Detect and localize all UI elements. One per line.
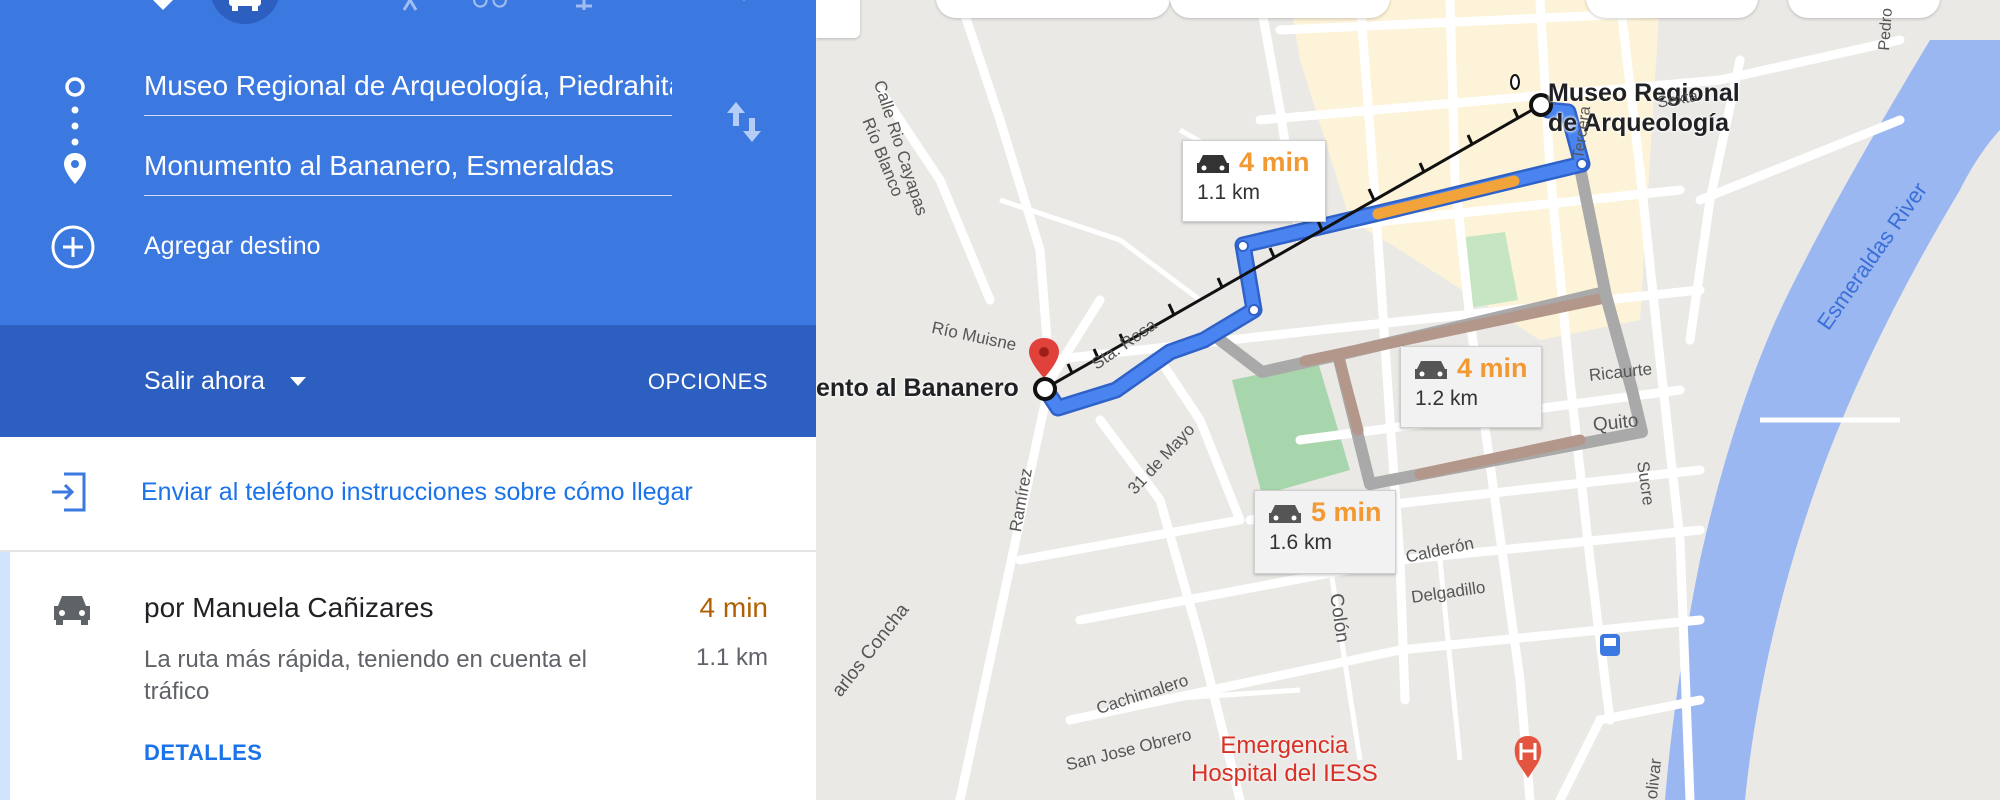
destination-map-label: ento al Bananero bbox=[816, 374, 1019, 402]
route-tip-time: 4 min bbox=[1457, 353, 1528, 383]
divider bbox=[0, 550, 816, 552]
origin-label-line1: Museo Regional bbox=[1548, 79, 1740, 107]
add-destination-label[interactable]: Agregar destino bbox=[144, 232, 321, 261]
route-tip-distance: 1.1 km bbox=[1197, 181, 1261, 204]
street-label: Pedro bbox=[1876, 7, 1896, 52]
map-chip[interactable] bbox=[936, 0, 1170, 18]
hospital-label-line2: Hospital del IESS bbox=[1191, 760, 1378, 787]
car-icon bbox=[229, 0, 261, 11]
map-chip[interactable] bbox=[816, 0, 860, 38]
destination-pin-icon bbox=[64, 153, 86, 184]
hospital-label-line1: Emergencia bbox=[1220, 732, 1349, 759]
send-to-phone-icon[interactable] bbox=[50, 470, 90, 514]
selected-route-indicator bbox=[0, 552, 10, 800]
directions-header: Museo Regional de Arqueología, Piedrahit… bbox=[0, 0, 816, 325]
route-dots-icon bbox=[71, 106, 79, 146]
transit-mode-icon[interactable] bbox=[312, 0, 348, 16]
menu-icon[interactable] bbox=[52, 0, 88, 16]
travel-modes bbox=[0, 0, 816, 24]
route-tip-primary[interactable]: 4 min 1.1 km bbox=[1182, 140, 1326, 222]
car-icon bbox=[1269, 505, 1301, 523]
send-to-phone-link[interactable]: Enviar al teléfono instrucciones sobre c… bbox=[141, 478, 693, 507]
route-tip-distance: 1.2 km bbox=[1415, 387, 1479, 410]
details-button[interactable]: DETALLES bbox=[144, 740, 262, 766]
route-tip-alt-2[interactable]: 5 min 1.6 km bbox=[1254, 490, 1396, 574]
best-mode-icon[interactable] bbox=[145, 0, 181, 16]
street-label: olivar bbox=[1642, 757, 1666, 800]
car-icon bbox=[1415, 361, 1447, 379]
map-canvas[interactable]: Museo Regional de Arqueología ento al Ba… bbox=[816, 0, 2000, 800]
route-time: 4 min bbox=[699, 592, 768, 623]
close-icon[interactable] bbox=[726, 0, 762, 16]
route-tip-time: 4 min bbox=[1239, 147, 1310, 177]
depart-time-select[interactable]: Salir ahora bbox=[144, 367, 265, 396]
depart-bar: Salir ahora OPCIONES bbox=[0, 325, 816, 437]
walking-mode-icon[interactable] bbox=[392, 0, 428, 16]
route-tip-time: 5 min bbox=[1311, 497, 1382, 527]
flight-mode-icon[interactable] bbox=[566, 0, 602, 16]
route-tip-alt-1[interactable]: 4 min 1.2 km bbox=[1400, 346, 1542, 428]
swap-icon[interactable] bbox=[724, 100, 764, 144]
car-icon bbox=[54, 596, 90, 625]
map-chip[interactable] bbox=[1788, 0, 1940, 18]
route-description: La ruta más rápida, teniendo en cuenta e… bbox=[144, 646, 587, 705]
destination-input[interactable]: Monumento al Bananero, Esmeraldas bbox=[144, 137, 672, 196]
bicycle-mode-icon[interactable] bbox=[472, 0, 508, 16]
destination-circle-icon bbox=[1033, 377, 1057, 401]
origin-input[interactable]: Museo Regional de Arqueología, Piedrahit… bbox=[144, 57, 672, 116]
route-title[interactable]: por Manuela Cañizares bbox=[144, 592, 434, 624]
map-chip[interactable] bbox=[1586, 0, 1758, 18]
hospital-label[interactable]: Emergencia Hospital del IESS bbox=[1191, 732, 1378, 788]
origin-circle-icon bbox=[65, 77, 85, 97]
map-chip[interactable] bbox=[1170, 0, 1390, 18]
measure-start-icon bbox=[1510, 74, 1520, 90]
car-icon bbox=[1197, 155, 1229, 173]
chevron-down-icon[interactable] bbox=[290, 377, 306, 387]
options-button[interactable]: OPCIONES bbox=[648, 369, 768, 395]
driving-mode-button[interactable] bbox=[210, 0, 280, 24]
route-distance: 1.1 km bbox=[695, 644, 768, 671]
route-tip-distance: 1.6 km bbox=[1269, 531, 1333, 554]
add-destination-icon[interactable] bbox=[50, 224, 96, 270]
street-label: Quito bbox=[1592, 410, 1640, 436]
directions-panel: Museo Regional de Arqueología, Piedrahit… bbox=[0, 0, 816, 800]
